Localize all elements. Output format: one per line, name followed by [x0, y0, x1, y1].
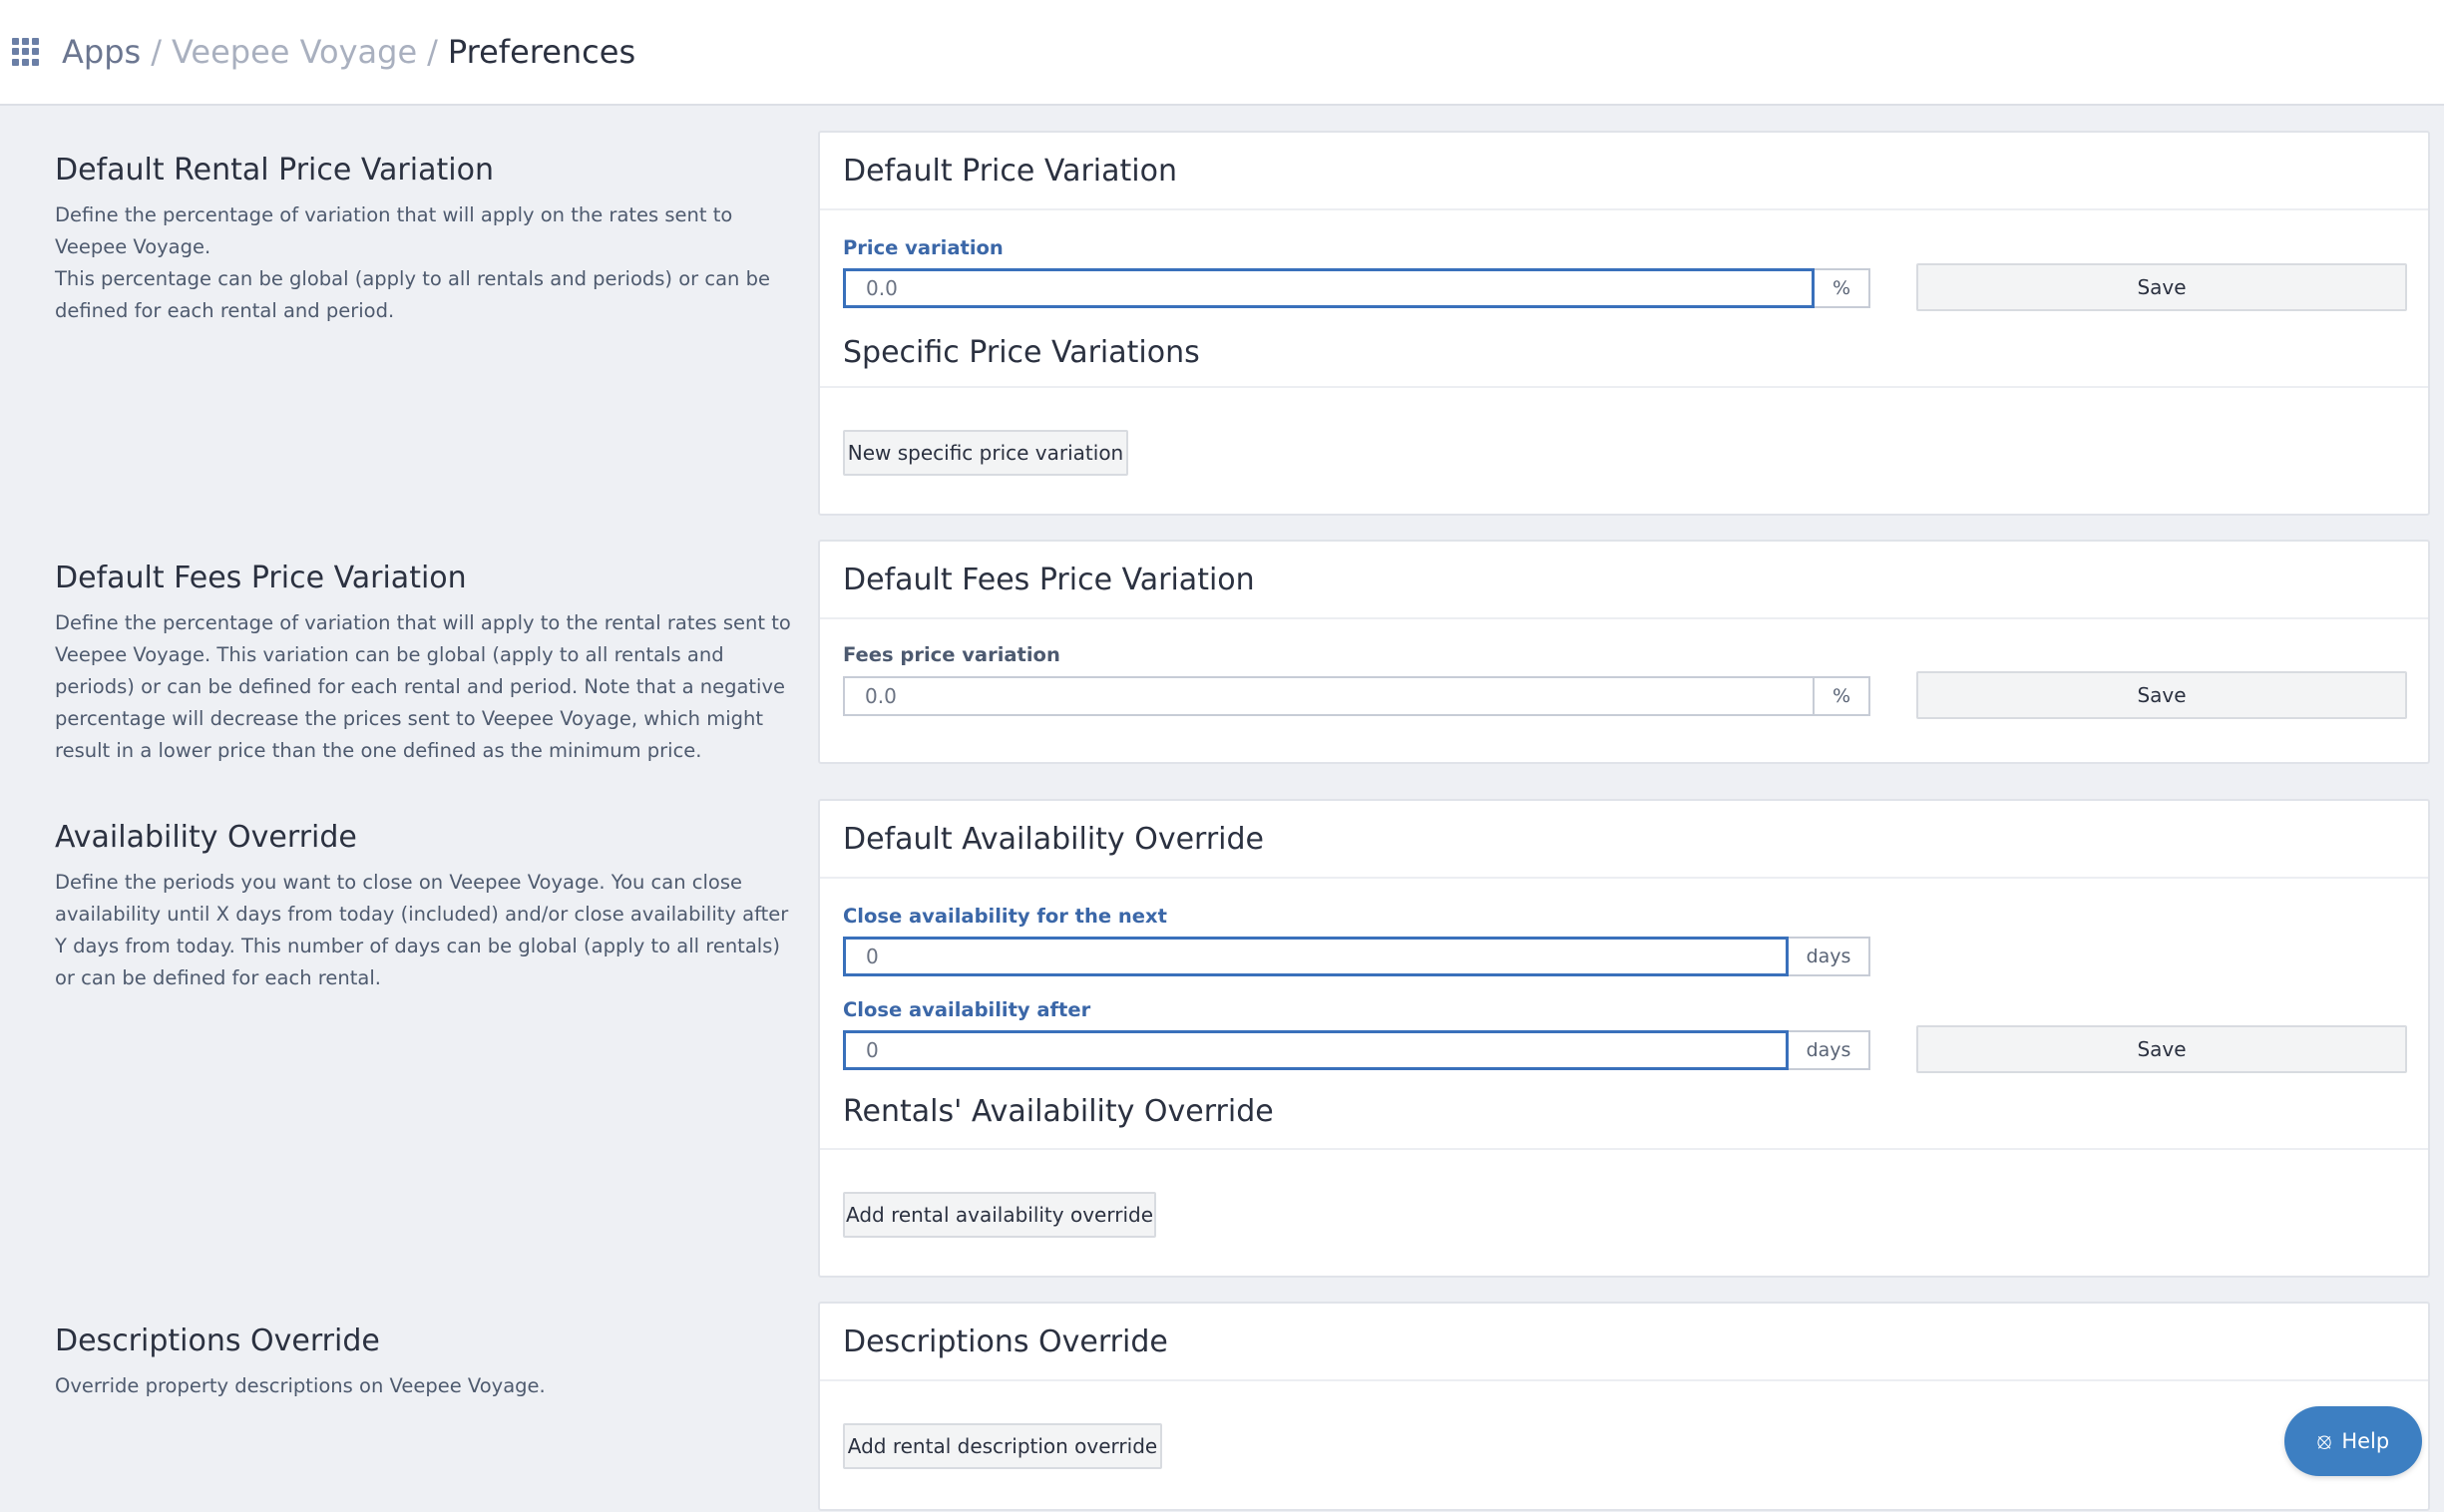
price-variation-card: Default Price Variation Price variation … — [818, 131, 2430, 516]
rental-price-desc-2: This percentage can be global (apply to … — [55, 267, 770, 322]
descriptions-override-card-title: Descriptions Override — [820, 1304, 2428, 1381]
rental-price-desc-1: Define the percentage of variation that … — [55, 203, 733, 258]
price-variation-input-group: 0.0 % — [843, 268, 1870, 308]
specific-price-variations-title: Specific Price Variations — [820, 328, 2428, 388]
close-availability-next-input[interactable]: 0 — [843, 937, 1789, 976]
fees-price-variation-card-title: Default Fees Price Variation — [820, 542, 2428, 619]
add-rental-availability-override-button[interactable]: Add rental availability override — [843, 1192, 1156, 1238]
availability-desc: Define the periods you want to close on … — [55, 871, 789, 989]
price-variation-card-title: Default Price Variation — [820, 133, 2428, 210]
close-availability-next-label: Close availability for the next — [843, 905, 1167, 928]
close-availability-after-label: Close availability after — [843, 998, 1091, 1021]
save-availability-override-button[interactable]: Save — [1916, 1025, 2407, 1073]
apps-grid-icon[interactable] — [12, 38, 40, 66]
breadcrumb-app-name[interactable]: Veepee Voyage — [172, 33, 417, 71]
fees-price-variation-input[interactable]: 0.0 — [843, 676, 1815, 716]
new-specific-price-variation-button[interactable]: New specific price variation — [843, 430, 1128, 476]
breadcrumb: Apps / Veepee Voyage / Preferences — [62, 33, 635, 71]
fees-price-section-description: Default Fees Price Variation Define the … — [55, 561, 793, 767]
page-title: Preferences — [447, 33, 636, 71]
availability-section-title: Availability Override — [55, 820, 357, 855]
fees-price-variation-label: Fees price variation — [843, 643, 1060, 666]
close-availability-after-input-group: 0 days — [843, 1030, 1870, 1070]
descriptions-section-title: Descriptions Override — [55, 1323, 380, 1358]
availability-override-card: Default Availability Override Close avai… — [818, 799, 2430, 1278]
price-variation-label: Price variation — [843, 236, 1004, 259]
fees-price-desc: Define the percentage of variation that … — [55, 611, 791, 762]
save-price-variation-button[interactable]: Save — [1916, 263, 2407, 311]
breadcrumb-separator: / — [151, 33, 162, 71]
availability-override-card-title: Default Availability Override — [820, 801, 2428, 879]
help-label: Help — [2341, 1429, 2390, 1453]
help-button[interactable]: ⦻ Help — [2284, 1406, 2422, 1476]
fees-price-variation-input-group: 0.0 % — [843, 676, 1870, 716]
descriptions-section-description: Descriptions Override Override property … — [55, 1323, 793, 1402]
percent-addon: % — [1815, 268, 1870, 308]
save-fees-price-variation-button[interactable]: Save — [1916, 671, 2407, 719]
fees-price-section-title: Default Fees Price Variation — [55, 561, 467, 595]
descriptions-desc: Override property descriptions on Veepee… — [55, 1374, 546, 1397]
availability-section-description: Availability Override Define the periods… — [55, 820, 793, 994]
breadcrumb-separator: / — [427, 33, 438, 71]
price-variation-input[interactable]: 0.0 — [843, 268, 1815, 308]
rental-price-section-title: Default Rental Price Variation — [55, 153, 494, 188]
percent-addon: % — [1815, 676, 1870, 716]
rental-price-section-description: Default Rental Price Variation Define th… — [55, 153, 793, 327]
days-addon: days — [1789, 937, 1870, 976]
add-rental-description-override-button[interactable]: Add rental description override — [843, 1423, 1162, 1469]
close-availability-after-input[interactable]: 0 — [843, 1030, 1789, 1070]
fees-price-variation-card: Default Fees Price Variation Fees price … — [818, 540, 2430, 764]
rentals-availability-override-title: Rentals' Availability Override — [820, 1086, 2428, 1150]
breadcrumb-apps[interactable]: Apps — [62, 33, 141, 71]
descriptions-override-card: Descriptions Override Add rental descrip… — [818, 1302, 2430, 1511]
lifebuoy-icon: ⦻ — [2316, 1428, 2332, 1454]
top-bar: Apps / Veepee Voyage / Preferences — [0, 0, 2444, 106]
days-addon: days — [1789, 1030, 1870, 1070]
close-availability-next-input-group: 0 days — [843, 937, 1870, 976]
